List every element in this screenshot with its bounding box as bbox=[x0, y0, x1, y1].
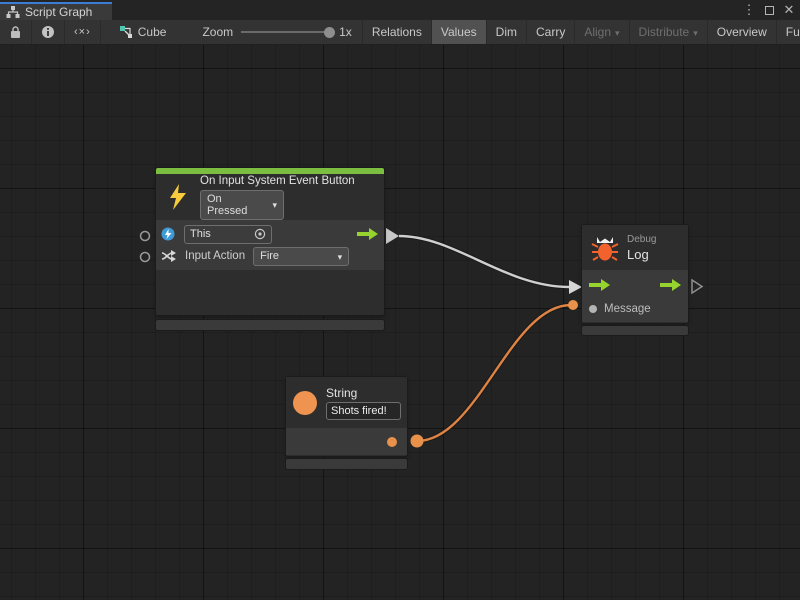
graph-toolbar: ‹×› Cube Zoom 1x Relations Values Dim Ca… bbox=[0, 20, 800, 45]
string-value-input[interactable] bbox=[326, 402, 401, 420]
debug-node-body: Message bbox=[582, 270, 688, 322]
event-this-input-port[interactable] bbox=[141, 232, 150, 241]
tab-bar: Script Graph ⋮ ✕ bbox=[0, 0, 800, 20]
graph-reference-cube[interactable]: Cube bbox=[109, 20, 177, 44]
chevron-down-icon: ▾ bbox=[615, 29, 620, 38]
string-node-header: String bbox=[286, 377, 407, 428]
flow-output-port[interactable] bbox=[659, 278, 682, 292]
event-mode-dropdown[interactable]: On Pressed ▾ bbox=[200, 190, 284, 220]
chevron-down-icon: ▾ bbox=[693, 29, 698, 38]
event-node-header: On Input System Event Button On Pressed … bbox=[156, 174, 384, 220]
values-toggle[interactable]: Values bbox=[431, 20, 486, 44]
zoom-slider-handle[interactable] bbox=[324, 27, 335, 38]
window-menu-icon[interactable]: ⋮ bbox=[742, 2, 756, 18]
event-node-body: This bbox=[156, 220, 384, 270]
input-action-label: Input Action bbox=[185, 250, 245, 262]
info-button[interactable] bbox=[32, 20, 65, 44]
debug-bug-icon bbox=[591, 234, 619, 262]
graph-hierarchy-icon bbox=[6, 5, 20, 19]
event-node-footer bbox=[156, 320, 384, 330]
event-input-action-row: Input Action Fire ▾ bbox=[156, 245, 384, 267]
full-screen-button[interactable]: Full Screen bbox=[776, 20, 800, 44]
align-dropdown[interactable]: Align▾ bbox=[574, 20, 628, 44]
lightning-bolt-icon bbox=[167, 184, 189, 210]
zoom-label: Zoom bbox=[202, 25, 233, 39]
string-node-title: String bbox=[326, 386, 401, 400]
this-target-field[interactable]: This bbox=[184, 225, 272, 244]
distribute-dropdown[interactable]: Distribute▾ bbox=[629, 20, 707, 44]
code-preview-button[interactable]: ‹×› bbox=[65, 20, 101, 44]
maximize-icon[interactable] bbox=[762, 2, 776, 18]
relations-toggle[interactable]: Relations bbox=[362, 20, 431, 44]
graph-canvas[interactable]: On Input System Event Button On Pressed … bbox=[0, 45, 800, 600]
tab-script-graph[interactable]: Script Graph bbox=[0, 2, 112, 20]
chevron-down-icon: ▾ bbox=[338, 253, 343, 262]
lock-button[interactable] bbox=[0, 20, 32, 44]
string-node-body bbox=[286, 428, 407, 455]
debug-node-footer bbox=[582, 326, 688, 335]
zoom-control: Zoom 1x bbox=[192, 20, 361, 44]
value-wire-end-dot bbox=[568, 300, 578, 310]
debug-flow-row bbox=[582, 272, 688, 297]
flow-wire-end-arrow bbox=[569, 280, 582, 294]
flow-input-port[interactable] bbox=[588, 278, 611, 292]
value-wire-string-to-message[interactable] bbox=[417, 305, 571, 441]
node-on-input-system-event-button[interactable]: On Input System Event Button On Pressed … bbox=[156, 168, 384, 315]
graph-target-label: Cube bbox=[138, 25, 167, 39]
node-debug-log[interactable]: Debug Log Message bbox=[582, 225, 688, 323]
input-action-icon bbox=[161, 249, 176, 263]
script-graph-asset-icon bbox=[119, 25, 133, 39]
event-node-title: On Input System Event Button bbox=[200, 175, 355, 187]
event-this-row: This bbox=[156, 223, 384, 245]
string-output-port[interactable] bbox=[387, 437, 397, 447]
green-arrow-icon bbox=[356, 227, 379, 241]
string-type-icon bbox=[293, 391, 317, 415]
close-icon[interactable]: ✕ bbox=[782, 2, 796, 18]
dim-toggle[interactable]: Dim bbox=[486, 20, 526, 44]
event-flow-output-port[interactable] bbox=[356, 227, 379, 241]
object-picker-icon[interactable] bbox=[254, 228, 266, 240]
debug-node-header: Debug Log bbox=[582, 225, 688, 270]
flow-wire-outline bbox=[399, 236, 569, 287]
message-port-label: Message bbox=[604, 303, 651, 315]
overview-button[interactable]: Overview bbox=[707, 20, 776, 44]
value-wire-start-dot bbox=[411, 435, 424, 448]
lock-icon bbox=[9, 25, 22, 39]
log-flow-output-stub[interactable] bbox=[692, 280, 702, 293]
node-string-literal[interactable]: String bbox=[286, 377, 407, 456]
zoom-value: 1x bbox=[339, 25, 352, 39]
debug-message-row: Message bbox=[582, 297, 688, 320]
event-action-input-port[interactable] bbox=[141, 253, 150, 262]
debug-category-label: Debug bbox=[627, 234, 656, 245]
toolbar-view-buttons: Relations Values Dim Carry Align▾ Distri… bbox=[362, 20, 800, 44]
input-action-dropdown[interactable]: Fire ▾ bbox=[253, 247, 349, 266]
string-node-footer bbox=[286, 459, 407, 469]
tab-label: Script Graph bbox=[25, 5, 92, 19]
chevron-down-icon: ▾ bbox=[272, 201, 277, 210]
message-input-port[interactable] bbox=[589, 305, 597, 313]
window-controls: ⋮ ✕ bbox=[742, 0, 796, 20]
debug-node-title: Log bbox=[627, 247, 656, 262]
info-icon bbox=[41, 25, 55, 39]
flow-wire-start-arrow bbox=[386, 228, 399, 244]
game-object-icon bbox=[161, 227, 175, 241]
unity-visual-scripting-window: Script Graph ⋮ ✕ ‹×› bbox=[0, 0, 800, 600]
zoom-slider[interactable] bbox=[241, 31, 331, 33]
carry-toggle[interactable]: Carry bbox=[526, 20, 574, 44]
